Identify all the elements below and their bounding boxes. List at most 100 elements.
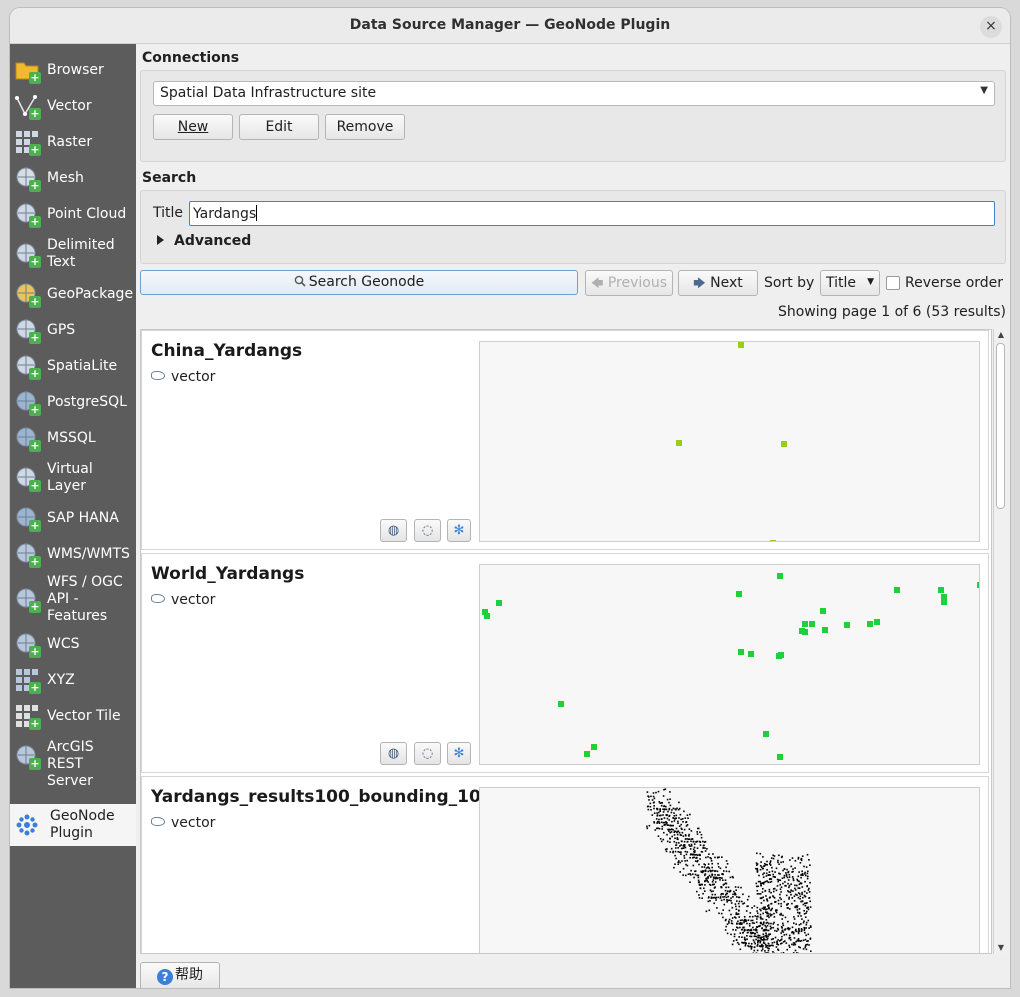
plus-icon: +: [29, 403, 41, 416]
search-geonode-button[interactable]: Search Geonode: [140, 270, 578, 295]
chevron-down-icon: ▼: [980, 85, 988, 96]
search-button-label: Search Geonode: [308, 274, 425, 290]
plus-icon: +: [29, 555, 41, 568]
sidebar-item-label: ArcGIS REST Server: [47, 739, 94, 789]
folder-icon: +: [15, 58, 41, 84]
scroll-thumb[interactable]: [996, 343, 1005, 509]
sidebar-item-label: XYZ: [47, 671, 75, 688]
title-search-input[interactable]: Yardangs: [189, 201, 995, 226]
sidebar-item-wms[interactable]: + WMS/WMTS: [10, 536, 136, 572]
load-wms-button[interactable]: ◍: [380, 519, 407, 542]
sidebar-item-spatialite[interactable]: + SpatiaLite: [10, 348, 136, 384]
load-wfs-button[interactable]: ◌: [414, 519, 441, 542]
sidebar-item-label: MSSQL: [47, 429, 96, 446]
load-wms-button[interactable]: ◍: [380, 742, 407, 765]
plus-icon: +: [29, 439, 41, 452]
sidebar-item-mesh[interactable]: + Mesh: [10, 160, 136, 196]
virtual-layer-icon: +: [15, 466, 41, 492]
plus-icon: +: [29, 717, 41, 730]
sidebar-item-wcs[interactable]: + WCS: [10, 626, 136, 662]
next-page-button[interactable]: 🡆 Next: [678, 270, 758, 296]
sidebar-item-gps[interactable]: + GPS: [10, 312, 136, 348]
next-label: Next: [710, 275, 743, 291]
delimited-text-icon: +: [15, 242, 41, 268]
sidebar-item-arcgis[interactable]: + ArcGIS REST Server: [10, 734, 136, 789]
connection-select[interactable]: Spatial Data Infrastructure site ▼: [153, 81, 995, 106]
wms-icon: +: [15, 542, 41, 568]
close-button[interactable]: ×: [980, 16, 1002, 38]
mesh-icon: +: [15, 166, 41, 192]
search-icon: [294, 275, 306, 287]
title-search-value: Yardangs: [193, 206, 257, 222]
open-in-browser-button[interactable]: ✻: [447, 742, 471, 765]
plus-icon: +: [29, 367, 41, 380]
wfs-icon: +: [15, 587, 41, 613]
plus-icon: +: [29, 519, 41, 532]
vector-icon: +: [15, 94, 41, 120]
plus-icon: +: [29, 479, 41, 492]
postgresql-icon: +: [15, 390, 41, 416]
thumbnail-map: [676, 342, 787, 541]
sidebar-item-mssql[interactable]: + MSSQL: [10, 420, 136, 456]
remove-connection-button[interactable]: Remove: [325, 114, 405, 140]
load-wfs-button[interactable]: ◌: [414, 742, 441, 765]
sidebar-item-folder[interactable]: + Browser: [10, 52, 136, 88]
vector-globe-icon: ◌: [421, 746, 434, 761]
advanced-toggle[interactable]: Advanced: [157, 233, 251, 249]
globe-icon: ◍: [387, 746, 400, 761]
plus-icon: +: [29, 645, 41, 658]
scroll-up-icon[interactable]: ▲: [994, 329, 1008, 341]
sidebar-item-xyz[interactable]: + XYZ: [10, 662, 136, 698]
sidebar-item-label: Mesh: [47, 169, 84, 186]
result-thumbnail: [479, 787, 980, 953]
sidebar-item-vector[interactable]: + Vector: [10, 88, 136, 124]
arrow-left-icon: 🡄: [590, 276, 604, 290]
edit-connection-button[interactable]: Edit: [239, 114, 319, 140]
sidebar-item-label: WMS/WMTS: [47, 545, 130, 562]
sidebar-item-vector-tile[interactable]: + Vector Tile: [10, 698, 136, 734]
result-type: vector: [151, 815, 215, 831]
sidebar-item-geopackage[interactable]: + GeoPackage: [10, 276, 136, 312]
vector-tile-icon: +: [15, 704, 41, 730]
result-card: World_Yardangs vector ◍ ◌ ✻: [141, 553, 989, 773]
sidebar-item-label: Point Cloud: [47, 205, 127, 222]
plus-icon: +: [29, 179, 41, 192]
sidebar-item-geonode[interactable]: GeoNode Plugin: [10, 804, 136, 846]
sidebar-item-wfs[interactable]: + WFS / OGC API - Features: [10, 572, 136, 626]
result-card: China_Yardangs vector ◍ ◌ ✻: [141, 330, 989, 550]
result-title: China_Yardangs: [151, 341, 303, 361]
previous-page-button[interactable]: 🡄 Previous: [585, 270, 673, 296]
results-list: China_Yardangs vector ◍ ◌ ✻ World_Yardangs vec…: [140, 329, 992, 954]
gps-icon: +: [15, 318, 41, 344]
sidebar-item-label: SAP HANA: [47, 509, 119, 526]
chevron-down-icon: ▼: [867, 277, 874, 287]
sidebar-item-virtual-layer[interactable]: + Virtual Layer: [10, 456, 136, 500]
sidebar-item-label: Vector: [47, 97, 92, 114]
open-in-browser-button[interactable]: ✻: [447, 519, 471, 542]
sidebar-item-postgresql[interactable]: + PostgreSQL: [10, 384, 136, 420]
plus-icon: +: [29, 600, 41, 613]
sidebar-item-point-cloud[interactable]: + Point Cloud: [10, 196, 136, 232]
help-button[interactable]: ? 帮助: [140, 962, 220, 988]
sidebar-item-label: GeoNode Plugin: [50, 808, 115, 841]
sidebar-item-raster[interactable]: + Raster: [10, 124, 136, 160]
spatialite-icon: +: [15, 354, 41, 380]
sidebar-item-delimited-text[interactable]: + Delimited Text: [10, 232, 136, 276]
reverse-order-checkbox[interactable]: [886, 276, 900, 290]
new-button-label: New: [177, 119, 209, 135]
plus-icon: +: [29, 215, 41, 228]
results-scrollbar[interactable]: ▲ ▼: [993, 329, 1007, 954]
scroll-down-icon[interactable]: ▼: [994, 942, 1008, 954]
sidebar-item-sap-hana[interactable]: + SAP HANA: [10, 500, 136, 536]
sort-select[interactable]: Title ▼: [820, 270, 880, 296]
sidebar-item-label: SpatiaLite: [47, 357, 118, 374]
plus-icon: +: [29, 71, 41, 84]
globe-icon: ◍: [387, 523, 400, 538]
plus-icon: +: [29, 143, 41, 156]
geopackage-icon: +: [15, 282, 41, 308]
wcs-icon: +: [15, 632, 41, 658]
geonode-icon: [15, 813, 39, 837]
new-connection-button[interactable]: New: [153, 114, 233, 140]
plus-icon: +: [29, 255, 41, 268]
sidebar-item-label: WFS / OGC API - Features: [47, 573, 123, 624]
